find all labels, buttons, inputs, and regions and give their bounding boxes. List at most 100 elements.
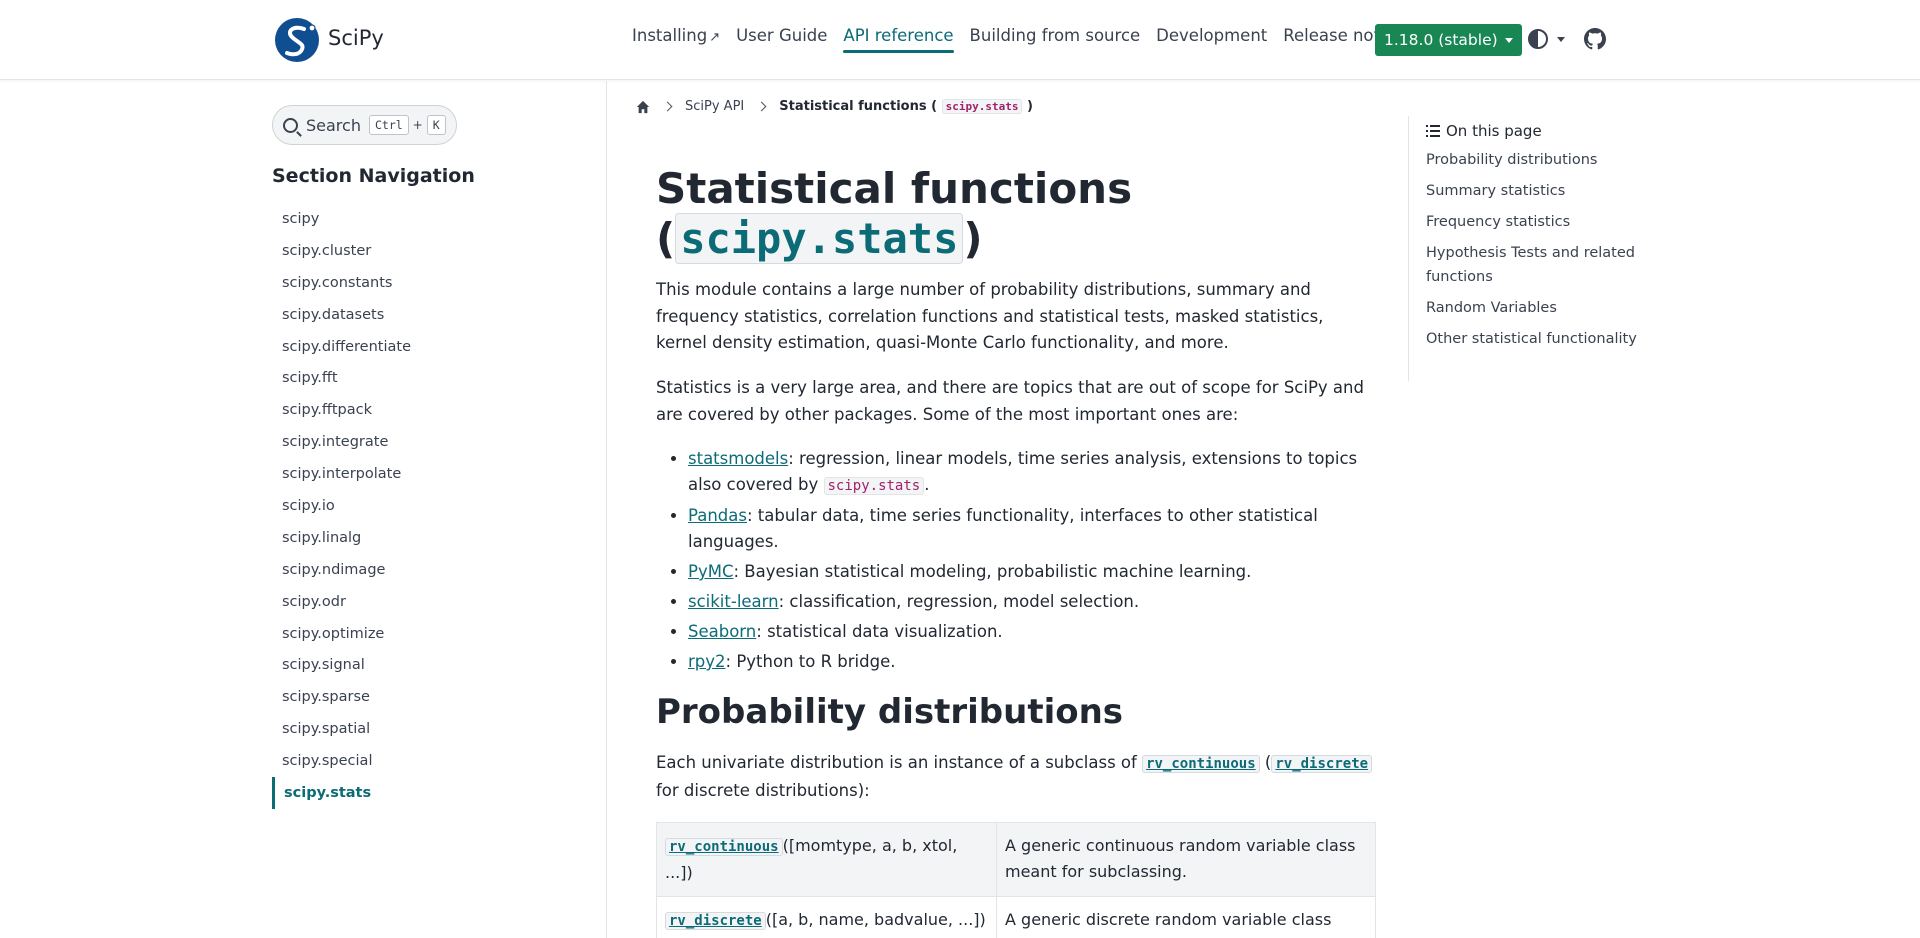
nav-development[interactable]: Development bbox=[1156, 26, 1267, 53]
breadcrumb-current-text: Statistical functions ( bbox=[779, 99, 938, 114]
chevron-down-icon bbox=[1504, 37, 1513, 43]
brand-title[interactable]: SciPy bbox=[328, 26, 384, 50]
toc-item-frequency-statistics[interactable]: Frequency statistics bbox=[1426, 210, 1638, 234]
home-icon[interactable] bbox=[636, 100, 650, 114]
kbd-k: K bbox=[426, 115, 446, 135]
section-navigation-title: Section Navigation bbox=[272, 165, 475, 187]
list-item-desc: : statistical data visualization. bbox=[756, 622, 1003, 641]
page-title-close: ) bbox=[963, 214, 983, 263]
breadcrumb-separator-icon bbox=[756, 101, 767, 112]
sidebar-item-fftpack[interactable]: scipy.fftpack bbox=[272, 394, 572, 426]
list-icon bbox=[1426, 125, 1440, 137]
toc-item-hypothesis-tests[interactable]: Hypothesis Tests and related functions bbox=[1426, 241, 1638, 289]
sidebar-item-odr[interactable]: scipy.odr bbox=[272, 586, 572, 618]
theme-switcher-button[interactable] bbox=[1528, 29, 1565, 49]
distributions-paragraph-mid: ( bbox=[1259, 753, 1272, 772]
list-item-tail: . bbox=[924, 475, 930, 494]
distributions-paragraph: Each univariate distribution is an insta… bbox=[656, 750, 1376, 804]
list-item-desc: : Bayesian statistical modeling, probabi… bbox=[733, 562, 1252, 581]
search-icon bbox=[283, 117, 298, 133]
nav-building-from-source[interactable]: Building from source bbox=[970, 26, 1141, 53]
sidebar-item-sparse[interactable]: scipy.sparse bbox=[272, 681, 572, 713]
list-item-desc: : tabular data, time series functionalit… bbox=[688, 506, 1318, 551]
scope-paragraph: Statistics is a very large area, and the… bbox=[656, 378, 1364, 424]
pandas-link[interactable]: Pandas bbox=[688, 506, 747, 525]
list-item: rpy2: Python to R bridge. bbox=[688, 649, 1378, 675]
statsmodels-link[interactable]: statsmodels bbox=[688, 449, 788, 468]
table-cell-desc: A generic discrete random variable class… bbox=[996, 896, 1376, 938]
sidebar-item-integrate[interactable]: scipy.integrate bbox=[272, 426, 572, 458]
kbd-ctrl: Ctrl bbox=[368, 115, 409, 135]
related-packages-list: statsmodels: regression, linear models, … bbox=[688, 446, 1378, 679]
toc-item-probability-distributions[interactable]: Probability distributions bbox=[1426, 148, 1638, 172]
toc-title-text: On this page bbox=[1446, 122, 1542, 140]
sidebar-item-interpolate[interactable]: scipy.interpolate bbox=[272, 458, 572, 490]
table-cell-desc: A generic continuous random variable cla… bbox=[996, 822, 1376, 897]
breadcrumb-current-code: scipy.stats bbox=[941, 99, 1023, 114]
theme-contrast-icon bbox=[1528, 29, 1548, 49]
rv-discrete-table-link[interactable]: rv_discrete bbox=[665, 912, 766, 930]
sidebar-item-stats[interactable]: scipy.stats bbox=[272, 777, 572, 809]
sidebar-item-io[interactable]: scipy.io bbox=[272, 490, 572, 522]
table-cell-args: ([a, b, name, badvalue, ...]) bbox=[765, 910, 986, 929]
page-title-code: scipy.stats bbox=[675, 213, 964, 264]
sidebar-item-special[interactable]: scipy.special bbox=[272, 745, 572, 777]
breadcrumb-separator-icon bbox=[662, 101, 673, 112]
list-item: scikit-learn: classification, regression… bbox=[688, 589, 1378, 615]
rv-discrete-link[interactable]: rv_discrete bbox=[1271, 755, 1373, 773]
nav-user-guide[interactable]: User Guide bbox=[736, 26, 827, 53]
breadcrumb: SciPy API Statistical functions ( scipy.… bbox=[636, 99, 1033, 114]
pymc-link[interactable]: PyMC bbox=[688, 562, 733, 581]
distributions-paragraph-post: for discrete distributions): bbox=[656, 780, 870, 800]
rpy2-link[interactable]: rpy2 bbox=[688, 652, 726, 671]
sidebar-item-linalg[interactable]: scipy.linalg bbox=[272, 522, 572, 554]
breadcrumb-current: Statistical functions ( scipy.stats ) bbox=[779, 99, 1033, 114]
sidebar-item-cluster[interactable]: scipy.cluster bbox=[272, 235, 572, 267]
kbd-plus: + bbox=[412, 118, 423, 132]
toc-title: On this page bbox=[1426, 122, 1638, 140]
list-item-desc: : classification, regression, model sele… bbox=[778, 592, 1140, 611]
sidebar-item-scipy[interactable]: scipy bbox=[272, 203, 572, 235]
toc-item-summary-statistics[interactable]: Summary statistics bbox=[1426, 179, 1638, 203]
table-row: rv_discrete ([a, b, name, badvalue, ...])… bbox=[656, 896, 1376, 938]
toc-item-other-functionality[interactable]: Other statistical functionality bbox=[1426, 327, 1638, 351]
sidebar-item-fft[interactable]: scipy.fft bbox=[272, 362, 572, 394]
scikit-learn-link[interactable]: scikit-learn bbox=[688, 592, 779, 611]
page-title: Statistical functions (scipy.stats) bbox=[656, 164, 1376, 264]
toc-item-random-variables[interactable]: Random Variables bbox=[1426, 296, 1638, 320]
toc-list: Probability distributions Summary statis… bbox=[1426, 148, 1638, 351]
external-link-icon: ↗ bbox=[709, 30, 721, 45]
table-row: rv_continuous ([momtype, a, b, xtol, ...]… bbox=[656, 822, 1376, 897]
sidebar-item-optimize[interactable]: scipy.optimize bbox=[272, 618, 572, 650]
left-sidebar: Search Ctrl + K Section Navigation scipy… bbox=[0, 81, 607, 938]
github-icon[interactable] bbox=[1584, 28, 1606, 50]
distributions-paragraph-pre: Each univariate distribution is an insta… bbox=[656, 753, 1143, 772]
list-item: PyMC: Bayesian statistical modeling, pro… bbox=[688, 559, 1378, 585]
section-heading-probability-distributions: Probability distributions bbox=[656, 692, 1124, 732]
sidebar-item-differentiate[interactable]: scipy.differentiate bbox=[272, 331, 572, 363]
sidebar-item-constants[interactable]: scipy.constants bbox=[272, 267, 572, 299]
table-cell: rv_continuous ([momtype, a, b, xtol, ...]… bbox=[656, 822, 997, 897]
top-header: SciPy Installing ↗ User Guide API referen… bbox=[0, 0, 1920, 80]
nav-api-reference[interactable]: API reference bbox=[843, 26, 954, 53]
version-label: 1.18.0 (stable) bbox=[1384, 31, 1498, 49]
page-title-text: Statistical functions bbox=[656, 164, 1133, 213]
section-nav-list: scipy scipy.cluster scipy.constants scip… bbox=[272, 203, 572, 809]
rv-continuous-link[interactable]: rv_continuous bbox=[1142, 755, 1260, 773]
sidebar-item-ndimage[interactable]: scipy.ndimage bbox=[272, 554, 572, 586]
list-item-code: scipy.stats bbox=[823, 477, 925, 495]
top-nav: Installing ↗ User Guide API reference Bui… bbox=[632, 26, 1415, 53]
version-switcher-button[interactable]: 1.18.0 (stable) bbox=[1375, 24, 1522, 56]
rv-continuous-table-link[interactable]: rv_continuous bbox=[665, 838, 783, 856]
sidebar-item-signal[interactable]: scipy.signal bbox=[272, 649, 572, 681]
nav-installing[interactable]: Installing ↗ bbox=[632, 26, 720, 53]
page-title-open: ( bbox=[656, 214, 676, 263]
list-item: Seaborn: statistical data visualization. bbox=[688, 619, 1378, 645]
scipy-logo-icon[interactable] bbox=[274, 17, 320, 63]
seaborn-link[interactable]: Seaborn bbox=[688, 622, 756, 641]
sidebar-item-datasets[interactable]: scipy.datasets bbox=[272, 299, 572, 331]
breadcrumb-scipy-api[interactable]: SciPy API bbox=[685, 99, 744, 114]
search-button[interactable]: Search Ctrl + K bbox=[272, 105, 457, 145]
sidebar-item-spatial[interactable]: scipy.spatial bbox=[272, 713, 572, 745]
search-label: Search bbox=[306, 115, 361, 135]
